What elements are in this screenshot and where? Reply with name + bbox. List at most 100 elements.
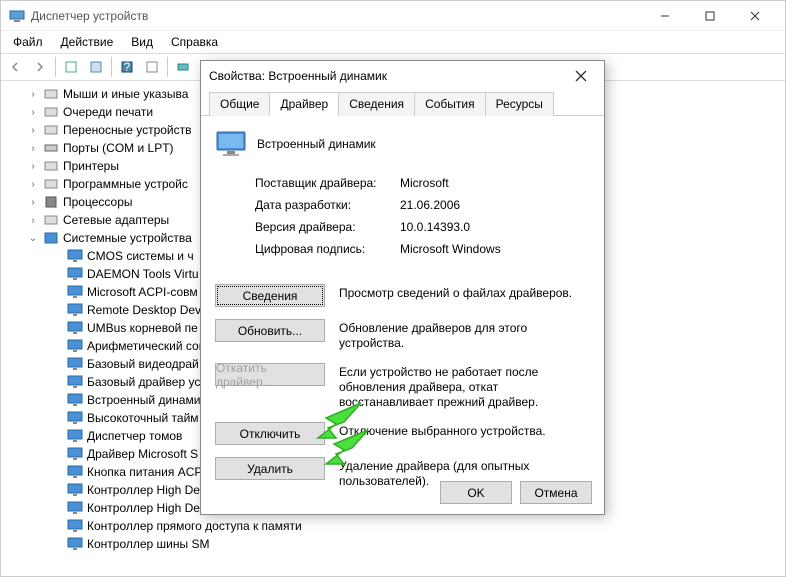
action-description: Просмотр сведений о файлах драйверов. xyxy=(339,284,590,301)
tool-help[interactable]: ? xyxy=(115,55,139,79)
tree-item-label: Системные устройства xyxy=(63,231,192,245)
prop-value: Microsoft Windows xyxy=(400,242,501,264)
expander-icon[interactable]: › xyxy=(27,179,39,190)
properties-dialog: Свойства: Встроенный динамик ОбщиеДрайве… xyxy=(200,60,605,515)
action-description: Отключение выбранного устройства. xyxy=(339,422,590,439)
tab-общие[interactable]: Общие xyxy=(209,92,270,116)
prop-value: 10.0.14393.0 xyxy=(400,220,470,242)
tree-item-label: Сетевые адаптеры xyxy=(63,213,169,227)
menu-help[interactable]: Справка xyxy=(163,33,226,51)
tree-item-label: Высокоточный тайм xyxy=(87,411,199,425)
action-description: Если устройство не работает после обновл… xyxy=(339,363,590,410)
tool-scan[interactable] xyxy=(171,55,195,79)
maximize-button[interactable] xyxy=(687,2,732,30)
device-type-icon xyxy=(67,465,83,479)
tree-item-label: Программные устройс xyxy=(63,177,188,191)
expander-icon[interactable]: › xyxy=(27,89,39,100)
device-type-icon xyxy=(43,105,59,119)
tool-back[interactable] xyxy=(3,55,27,79)
dialog-titlebar: Свойства: Встроенный динамик xyxy=(201,61,604,91)
tree-item-label: Переносные устройств xyxy=(63,123,192,137)
tree-item-label: Контроллер High De xyxy=(87,483,200,497)
dialog-title: Свойства: Встроенный динамик xyxy=(209,69,566,83)
device-type-icon xyxy=(43,141,59,155)
expander-icon[interactable]: › xyxy=(27,107,39,118)
device-type-icon xyxy=(67,411,83,425)
tree-item-label: Контроллер прямого доступа к памяти xyxy=(87,519,302,533)
svg-text:?: ? xyxy=(124,60,131,74)
action-button--[interactable]: Обновить... xyxy=(215,319,325,342)
tree-item-label: Базовый видеодрай xyxy=(87,357,199,371)
main-titlebar: Диспетчер устройств xyxy=(1,1,785,31)
device-type-icon xyxy=(67,447,83,461)
tool-refresh[interactable] xyxy=(140,55,164,79)
prop-label: Цифровая подпись: xyxy=(255,242,400,264)
device-type-icon xyxy=(67,483,83,497)
device-type-icon xyxy=(43,231,59,245)
tree-item-label: Очереди печати xyxy=(63,105,153,119)
tab-события[interactable]: События xyxy=(414,92,486,116)
tree-item-label: Контроллер High De xyxy=(87,501,200,515)
close-button[interactable] xyxy=(732,2,777,30)
device-type-icon xyxy=(67,357,83,371)
device-type-icon xyxy=(67,267,83,281)
tree-item-label: Арифметический сог xyxy=(87,339,203,353)
device-type-icon xyxy=(43,177,59,191)
expander-icon[interactable]: › xyxy=(27,161,39,172)
device-type-icon xyxy=(43,159,59,173)
tool-properties[interactable] xyxy=(84,55,108,79)
action-button--[interactable]: Удалить xyxy=(215,457,325,480)
tree-item-label: Контроллер шины SM xyxy=(87,537,209,551)
tree-item-label: Принтеры xyxy=(63,159,119,173)
expander-icon[interactable]: › xyxy=(27,125,39,136)
tool-forward[interactable] xyxy=(28,55,52,79)
action-button--[interactable]: Сведения xyxy=(215,284,325,307)
prop-label: Дата разработки: xyxy=(255,198,400,220)
tree-item-label: CMOS системы и ч xyxy=(87,249,194,263)
device-type-icon xyxy=(67,339,83,353)
expander-icon[interactable]: ⌄ xyxy=(27,233,39,244)
expander-icon[interactable]: › xyxy=(27,197,39,208)
menu-view[interactable]: Вид xyxy=(123,33,161,51)
tree-item-label: Базовый драйвер ус xyxy=(87,375,200,389)
dialog-close-button[interactable] xyxy=(566,62,596,90)
device-type-icon xyxy=(43,213,59,227)
tool-show-hidden[interactable] xyxy=(59,55,83,79)
device-type-icon xyxy=(43,123,59,137)
action-button--[interactable]: Отключить xyxy=(215,422,325,445)
tree-item-label: Microsoft ACPI-совм xyxy=(87,285,198,299)
device-type-icon xyxy=(67,375,83,389)
action-description: Обновление драйверов для этого устройств… xyxy=(339,319,590,351)
dialog-footer: OK Отмена xyxy=(440,481,592,504)
tree-item-label: UMBus корневой пе xyxy=(87,321,198,335)
tab-сведения[interactable]: Сведения xyxy=(338,92,415,116)
device-type-icon xyxy=(67,303,83,317)
menubar: Файл Действие Вид Справка xyxy=(1,31,785,53)
device-type-icon xyxy=(67,519,83,533)
device-type-icon xyxy=(67,537,83,551)
ok-button[interactable]: OK xyxy=(440,481,512,504)
menu-action[interactable]: Действие xyxy=(53,33,122,51)
tree-item-label: DAEMON Tools Virtu xyxy=(87,267,199,281)
prop-value: 21.06.2006 xyxy=(400,198,460,220)
tree-item-label: Процессоры xyxy=(63,195,133,209)
menu-file[interactable]: Файл xyxy=(5,33,51,51)
tab-драйвер[interactable]: Драйвер xyxy=(269,92,339,116)
tree-item-label: Встроенный динами xyxy=(87,393,200,407)
device-type-icon xyxy=(67,285,83,299)
expander-icon[interactable]: › xyxy=(27,143,39,154)
monitor-icon xyxy=(215,130,247,158)
minimize-button[interactable] xyxy=(642,2,687,30)
tree-item[interactable]: Контроллер шины SM xyxy=(3,535,783,553)
dialog-body: Встроенный динамик Поставщик драйвера:Mi… xyxy=(201,116,604,515)
expander-icon[interactable]: › xyxy=(27,215,39,226)
device-type-icon xyxy=(67,321,83,335)
tree-item[interactable]: Контроллер прямого доступа к памяти xyxy=(3,517,783,535)
tree-item-label: Remote Desktop Dev xyxy=(87,303,201,317)
cancel-button[interactable]: Отмена xyxy=(520,481,592,504)
tree-item-label: Мыши и иные указыва xyxy=(63,87,188,101)
action-button--: Откатить драйвер... xyxy=(215,363,325,386)
prop-label: Версия драйвера: xyxy=(255,220,400,242)
device-type-icon xyxy=(43,87,59,101)
tab-ресурсы[interactable]: Ресурсы xyxy=(485,92,554,116)
